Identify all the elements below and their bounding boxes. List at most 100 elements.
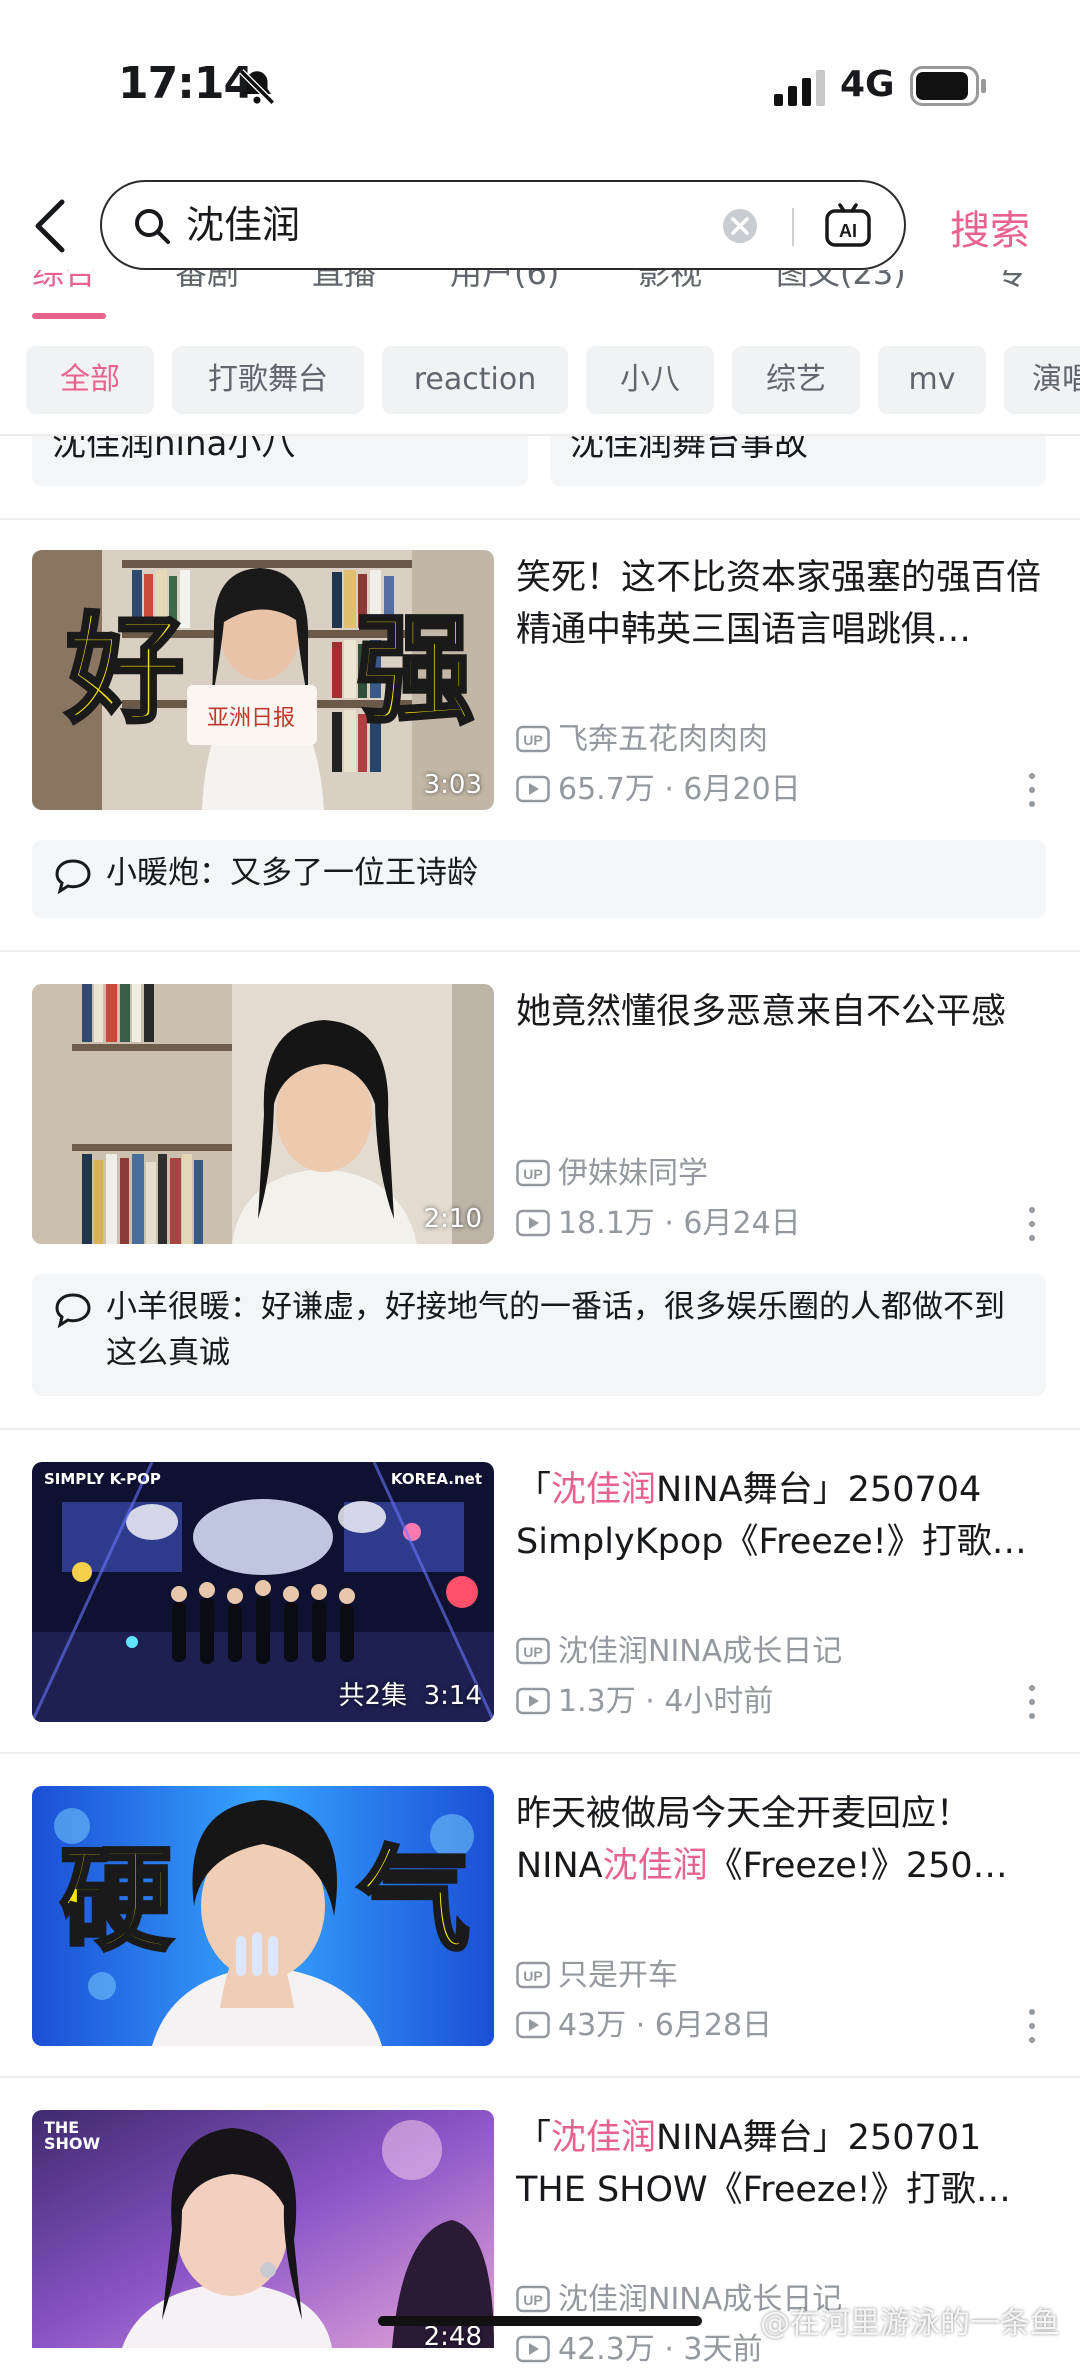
up-badge-icon: UP xyxy=(516,725,550,753)
channel-badge: SIMPLY K-POP xyxy=(44,1470,161,1488)
divider xyxy=(0,1428,1080,1430)
uploader[interactable]: UP 飞奔五花肉肉肉 xyxy=(516,714,768,758)
view-count-date: 43万 · 6月28日 xyxy=(558,2008,773,2043)
channel-badge: THE SHOW xyxy=(44,2118,101,2153)
play-count-icon xyxy=(516,2335,550,2363)
up-badge-icon: UP xyxy=(516,1961,550,1989)
search-input[interactable]: 沈佳润 AI xyxy=(100,180,906,270)
uploader-name: 飞奔五花肉肉肉 xyxy=(558,722,768,757)
view-count-date: 42.3万 · 3天前 xyxy=(558,2332,763,2367)
chip-reaction[interactable]: reaction xyxy=(382,346,568,414)
thumb-caption-right: 气 xyxy=(356,1834,472,1968)
video-stats: 43万 · 6月28日 xyxy=(516,2000,772,2044)
related-search-1[interactable]: 沈佳润nina小八 xyxy=(32,436,528,486)
tab-articles[interactable]: 图文(23) xyxy=(776,270,906,294)
search-button[interactable]: 搜索 xyxy=(950,198,1030,256)
related-search-label: 沈佳润nina小八 xyxy=(52,436,296,464)
tab-live[interactable]: 直播 xyxy=(312,270,376,294)
video-thumbnail[interactable]: 好 强 亚洲日报 3:03 xyxy=(32,550,494,810)
battery-icon xyxy=(910,66,986,106)
video-title[interactable]: 「沈佳润NINA舞台」250701 THE SHOW《Freeze!》打歌… xyxy=(516,2112,1046,2216)
comment-icon xyxy=(55,1293,91,1328)
video-duration: 2:10 xyxy=(423,1204,482,1234)
video-title[interactable]: 她竟然懂很多恶意来自不公平感 xyxy=(516,986,1046,1038)
divider xyxy=(0,518,1080,520)
uploader-name: 只是开车 xyxy=(558,1958,678,1993)
svg-text:UP: UP xyxy=(523,1166,542,1182)
up-badge-icon: UP xyxy=(516,2285,550,2313)
search-icon xyxy=(135,209,170,244)
cell-signal-icon xyxy=(774,70,825,106)
thumb-caption-right: 强 xyxy=(354,599,476,741)
uploader[interactable]: UP 沈佳润NINA成长日记 xyxy=(516,1626,842,1670)
status-bar: 17:14 4G xyxy=(0,0,1080,170)
uploader-name: 伊妹妹同学 xyxy=(558,1156,708,1191)
svg-text:UP: UP xyxy=(523,1968,542,1984)
chip-stage[interactable]: 打歌舞台 xyxy=(172,346,364,414)
svg-text:UP: UP xyxy=(523,2292,542,2308)
more-options-icon[interactable] xyxy=(1028,1206,1036,1242)
video-duration: 3:03 xyxy=(423,770,482,800)
related-search-label: 沈佳润舞台事故 xyxy=(570,436,808,464)
comment-icon xyxy=(55,859,91,894)
video-thumbnail[interactable]: SIMPLY K-POP KOREA.net 共2集 3:14 xyxy=(32,1462,494,1722)
video-title[interactable]: 「沈佳润NINA舞台」250704 SimplyKpop《Freeze!》打歌… xyxy=(516,1464,1046,1568)
play-count-icon xyxy=(516,1687,550,1715)
network-type: 4G xyxy=(840,64,895,105)
tab-bar: 综合 番剧 直播 用户(6) 影视 图文(23) 专 xyxy=(0,270,1080,320)
tab-film[interactable]: 影视 xyxy=(638,270,702,294)
svg-text:UP: UP xyxy=(523,1644,542,1660)
ai-assistant-icon[interactable]: AI xyxy=(824,202,872,250)
tab-all[interactable]: 综合 xyxy=(32,270,96,294)
video-thumbnail[interactable]: 硬 气 xyxy=(32,1786,494,2046)
uploader[interactable]: UP 伊妹妹同学 xyxy=(516,1148,708,1192)
video-stats: 65.7万 · 6月20日 xyxy=(516,764,801,808)
uploader-name: 沈佳润NINA成长日记 xyxy=(558,1634,843,1669)
related-search-2[interactable]: 沈佳润舞台事故 xyxy=(550,436,1046,486)
tab-indicator xyxy=(32,313,106,319)
thumb-caption-left: 硬 xyxy=(58,1834,174,1968)
chip-concert[interactable]: 演唱 xyxy=(1004,346,1080,414)
divider xyxy=(0,1752,1080,1754)
video-duration: 共2集 3:14 xyxy=(338,1681,482,1711)
video-title[interactable]: 笑死！这不比资本家强塞的强百倍精通中韩英三国语言唱跳俱… xyxy=(516,552,1046,656)
tab-special[interactable]: 专 xyxy=(995,270,1027,294)
play-count-icon xyxy=(516,1209,550,1237)
thumb-caption-left: 好 xyxy=(64,599,186,741)
more-options-icon[interactable] xyxy=(1028,772,1036,808)
video-thumbnail[interactable]: THE SHOW 2:48 xyxy=(32,2110,494,2348)
top-comment[interactable]: 小暖炮：又多了一位王诗龄 xyxy=(32,840,1046,918)
watermark: @在河里游泳的一条鱼 xyxy=(760,2306,1060,2341)
video-title[interactable]: 昨天被做局今天全开麦回应！NINA沈佳润《Freeze!》250… xyxy=(516,1788,1046,1892)
chip-variety[interactable]: 综艺 xyxy=(732,346,860,414)
clear-icon[interactable] xyxy=(722,208,758,244)
view-count-date: 18.1万 · 6月24日 xyxy=(558,1206,801,1241)
more-options-icon[interactable] xyxy=(1028,2008,1036,2044)
chip-all[interactable]: 全部 xyxy=(26,346,154,414)
up-badge-icon: UP xyxy=(516,1637,550,1665)
clock: 17:14 xyxy=(118,58,254,109)
svg-text:AI: AI xyxy=(839,221,857,241)
up-badge-icon: UP xyxy=(516,1159,550,1187)
play-count-icon xyxy=(516,2011,550,2039)
search-divider xyxy=(792,208,794,246)
svg-text:UP: UP xyxy=(523,732,542,748)
more-options-icon[interactable] xyxy=(1028,1684,1036,1720)
tab-bangumi[interactable]: 番剧 xyxy=(175,270,239,294)
top-comment[interactable]: 小羊很暖：好谦虚，好接地气的一番话，很多娱乐圈的人都做不到这么真诚 xyxy=(32,1274,1046,1396)
broadcaster-badge: KOREA.net xyxy=(390,1470,482,1488)
tab-users[interactable]: 用户(6) xyxy=(450,270,559,294)
back-arrow-icon[interactable] xyxy=(30,198,70,254)
home-indicator[interactable] xyxy=(378,2316,702,2326)
view-count-date: 65.7万 · 6月20日 xyxy=(558,772,801,807)
mic-sign-text: 亚洲日报 xyxy=(207,706,296,731)
comment-text: 小羊很暖：好谦虚，好接地气的一番话，很多娱乐圈的人都做不到这么真诚 xyxy=(106,1289,1005,1371)
bell-muted-icon xyxy=(239,69,275,105)
uploader[interactable]: UP 只是开车 xyxy=(516,1950,678,1994)
comment-text: 小暖炮：又多了一位王诗龄 xyxy=(106,855,478,891)
chip-xiaoba[interactable]: 小八 xyxy=(586,346,714,414)
chip-mv[interactable]: mv xyxy=(878,346,986,414)
search-query: 沈佳润 xyxy=(186,203,301,247)
video-stats: 42.3万 · 3天前 xyxy=(516,2324,763,2368)
video-thumbnail[interactable]: 2:10 xyxy=(32,984,494,1244)
